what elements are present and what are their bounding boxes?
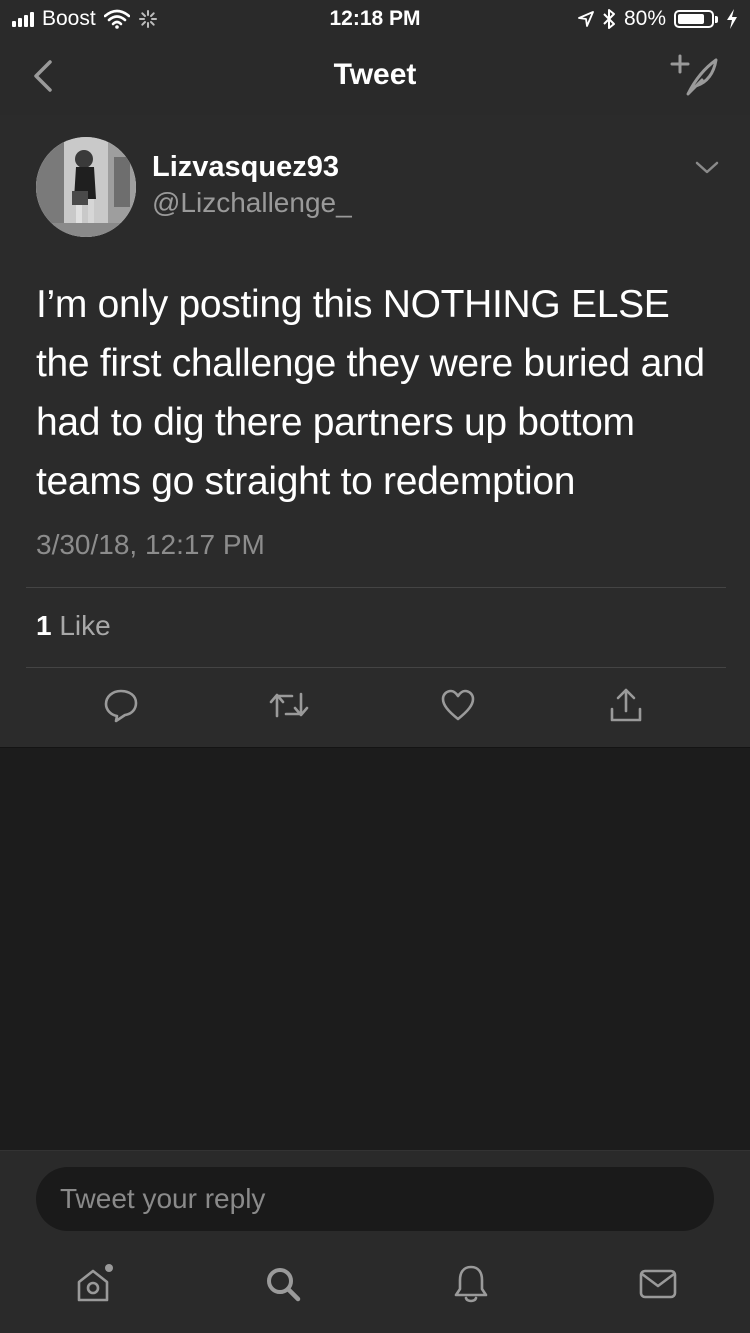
- user-handle[interactable]: @Lizchallenge_: [152, 187, 352, 219]
- share-icon: [610, 688, 642, 722]
- like-count-label: Like: [59, 610, 111, 641]
- like-icon: [441, 689, 475, 721]
- battery-percent: 80%: [623, 7, 666, 30]
- tab-search[interactable]: [258, 1259, 308, 1309]
- status-bar: Boost 12:18 PM 80%: [0, 0, 750, 40]
- messages-icon: [639, 1269, 677, 1299]
- bottom-area: Tweet your reply: [0, 1150, 750, 1333]
- divider: [26, 587, 726, 588]
- display-name[interactable]: Lizvasquez93: [152, 151, 339, 184]
- tab-home[interactable]: [70, 1259, 120, 1309]
- share-button[interactable]: [601, 680, 651, 730]
- retweet-icon: [269, 692, 309, 718]
- notifications-icon: [454, 1265, 488, 1303]
- search-icon: [267, 1268, 301, 1302]
- compose-tweet-icon[interactable]: [670, 52, 720, 98]
- tab-notifications[interactable]: [446, 1259, 496, 1309]
- location-arrow-icon: [578, 11, 594, 27]
- tweet-card: Lizvasquez93 @Lizchallenge_ I’m only pos…: [0, 115, 750, 748]
- tweet-timestamp: 3/30/18, 12:17 PM: [36, 529, 265, 560]
- bluetooth-icon: [603, 9, 615, 29]
- retweet-button[interactable]: [264, 680, 314, 730]
- tab-messages[interactable]: [633, 1259, 683, 1309]
- tweet-actions: [0, 680, 750, 730]
- home-icon: [77, 1264, 113, 1302]
- status-right: 80%: [578, 7, 738, 31]
- tweet-detail-screen: Boost 12:18 PM 80% Tweet Lizvasquez93 @L…: [0, 0, 750, 1333]
- navigation-bar: Tweet: [0, 40, 750, 115]
- divider: [26, 667, 726, 668]
- battery-icon: [674, 10, 718, 28]
- page-title: Tweet: [333, 58, 417, 91]
- avatar-photo: [36, 137, 136, 237]
- avatar[interactable]: [36, 137, 136, 237]
- chevron-down-icon[interactable]: [694, 159, 720, 177]
- reply-input[interactable]: Tweet your reply: [36, 1167, 714, 1231]
- like-count[interactable]: 1 Like: [36, 610, 111, 642]
- like-button[interactable]: [433, 680, 483, 730]
- reply-icon: [104, 689, 138, 723]
- tweet-text: I’m only posting this NOTHING ELSE the f…: [36, 283, 705, 503]
- tab-bar: [0, 1251, 750, 1321]
- reply-button[interactable]: [96, 680, 146, 730]
- like-count-number: 1: [36, 610, 52, 641]
- top-bar: Boost 12:18 PM 80% Tweet: [0, 0, 750, 115]
- charging-bolt-icon: [727, 9, 737, 29]
